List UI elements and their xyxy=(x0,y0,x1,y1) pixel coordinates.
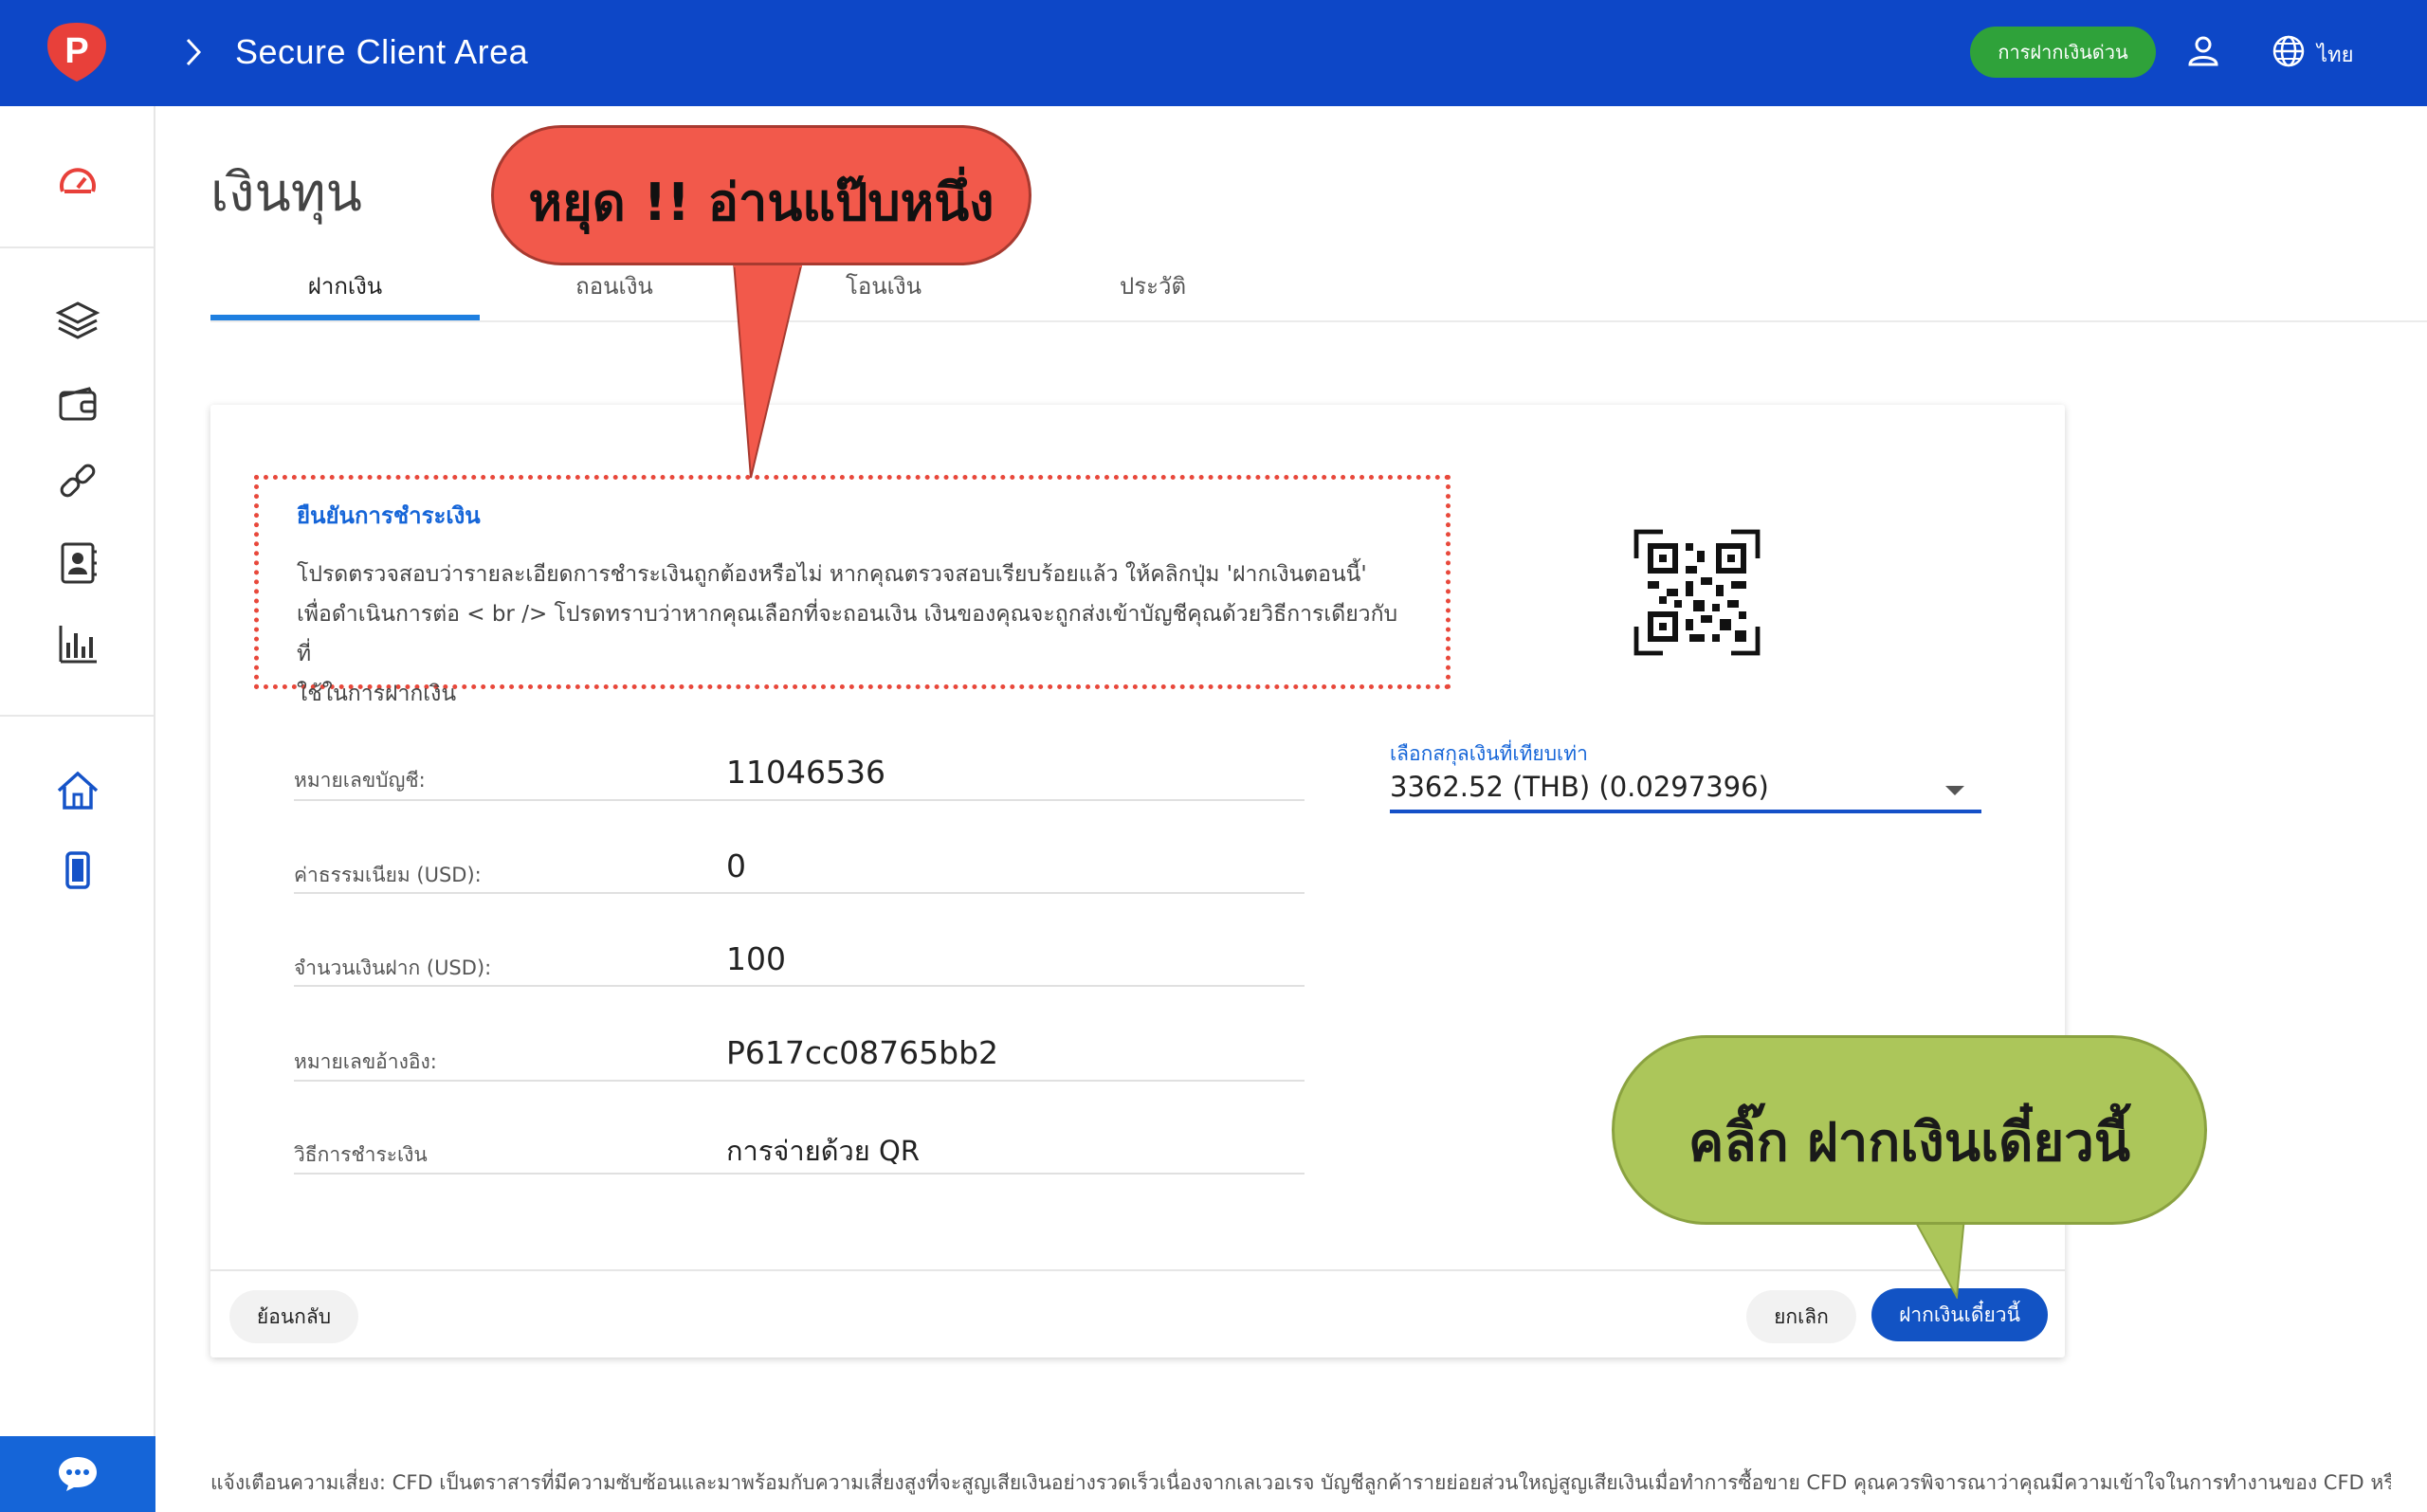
risk-warning: แจ้งเตือนความเสี่ยง: CFD เป็นตราสารที่มี… xyxy=(210,1471,2391,1494)
click-deposit-callout-text: คลิ๊ก ฝากเงินเดี๋ยวนี้ xyxy=(1688,1112,2131,1174)
account-number-value: 11046536 xyxy=(726,754,885,791)
notice-line: เพื่อดำเนินการต่อ < br /> โปรดทราบว่าหาก… xyxy=(297,602,1398,666)
chat-bubble-icon xyxy=(59,1457,97,1491)
tab-bar: ฝากเงิน ถอนเงิน โอนเงิน ประวัติ xyxy=(210,256,2427,322)
bar-chart-icon[interactable] xyxy=(55,622,100,667)
cancel-button[interactable]: ยกเลิก xyxy=(1746,1290,1856,1343)
notice-line: ใช้ในการฝากเงิน xyxy=(297,682,457,706)
home-icon[interactable] xyxy=(55,768,100,813)
sidebar xyxy=(0,106,155,1512)
language-selector[interactable]: ไทย xyxy=(2317,38,2353,71)
currency-select[interactable]: 3362.52 (THB) (0.0297396) xyxy=(1390,771,1769,803)
row-divider xyxy=(294,1173,1305,1175)
contact-book-icon[interactable] xyxy=(55,540,100,586)
payment-method-label: วิธีการชำระเงิน xyxy=(294,1143,428,1166)
notice-title: ยืนยันการชำระเงิน xyxy=(297,502,481,529)
chevron-right-icon xyxy=(186,38,202,66)
card-footer-divider xyxy=(210,1269,2065,1271)
row-divider xyxy=(294,1080,1305,1082)
chat-button[interactable] xyxy=(0,1436,155,1512)
sidebar-divider xyxy=(0,246,154,248)
fee-value: 0 xyxy=(726,847,746,884)
callout-pointer xyxy=(1911,1217,1966,1299)
fee-label: ค่าธรรมเนียม (USD): xyxy=(294,864,482,886)
page-title: เงินทุน xyxy=(210,162,362,224)
reference-number-label: หมายเลขอ้างอิง: xyxy=(294,1050,437,1073)
notice-line: โปรดตรวจสอบว่ารายละเอียดการชำระเงินถูกต้… xyxy=(297,562,1367,587)
qr-code-icon xyxy=(1633,529,1761,656)
row-divider xyxy=(294,892,1305,894)
account-number-label: หมายเลขบัญชี: xyxy=(294,769,426,792)
svg-text:P: P xyxy=(64,31,88,71)
speedometer-icon[interactable] xyxy=(55,159,100,205)
active-tab-indicator xyxy=(210,315,480,320)
pepperstone-logo[interactable]: P xyxy=(44,21,110,83)
sidebar-divider xyxy=(0,715,154,717)
currency-select-label: เลือกสกุลเงินที่เทียบเท่า xyxy=(1390,742,1588,765)
reference-number-value: P617cc08765bb2 xyxy=(726,1034,999,1071)
app-title: Secure Client Area xyxy=(235,32,529,71)
link-icon[interactable] xyxy=(55,459,100,504)
tab-withdraw[interactable]: ถอนเงิน xyxy=(480,267,749,304)
select-underline xyxy=(1390,810,1981,813)
dropdown-arrow-icon[interactable] xyxy=(1945,786,1964,795)
tab-history[interactable]: ประวัติ xyxy=(1018,267,1287,304)
row-divider xyxy=(294,985,1305,987)
wallet-icon[interactable] xyxy=(55,381,100,427)
deposit-amount-value: 100 xyxy=(726,940,786,977)
user-icon[interactable] xyxy=(2186,34,2220,68)
row-divider xyxy=(294,799,1305,801)
globe-icon[interactable] xyxy=(2272,34,2306,68)
layers-icon[interactable] xyxy=(55,298,100,343)
stop-read-callout-text: หยุด !! อ่านแป๊บหนึ่ง xyxy=(528,173,995,232)
quick-deposit-button[interactable]: การฝากเงินด่วน xyxy=(1970,27,2156,78)
callout-pointer xyxy=(732,262,804,479)
deposit-amount-label: จำนวนเงินฝาก (USD): xyxy=(294,956,492,979)
tab-deposit[interactable]: ฝากเงิน xyxy=(210,267,480,304)
notice-body: โปรดตรวจสอบว่ารายละเอียดการชำระเงินถูกต้… xyxy=(297,555,1410,714)
payment-confirm-notice: ยืนยันการชำระเงิน โปรดตรวจสอบว่ารายละเอี… xyxy=(254,475,1451,706)
payment-method-value: การจ่ายด้วย QR xyxy=(726,1135,920,1167)
mobile-icon[interactable] xyxy=(55,847,100,893)
top-header: P Secure Client Area การฝากเงินด่วน ไทย xyxy=(0,0,2427,106)
back-button[interactable]: ย้อนกลับ xyxy=(229,1290,358,1343)
